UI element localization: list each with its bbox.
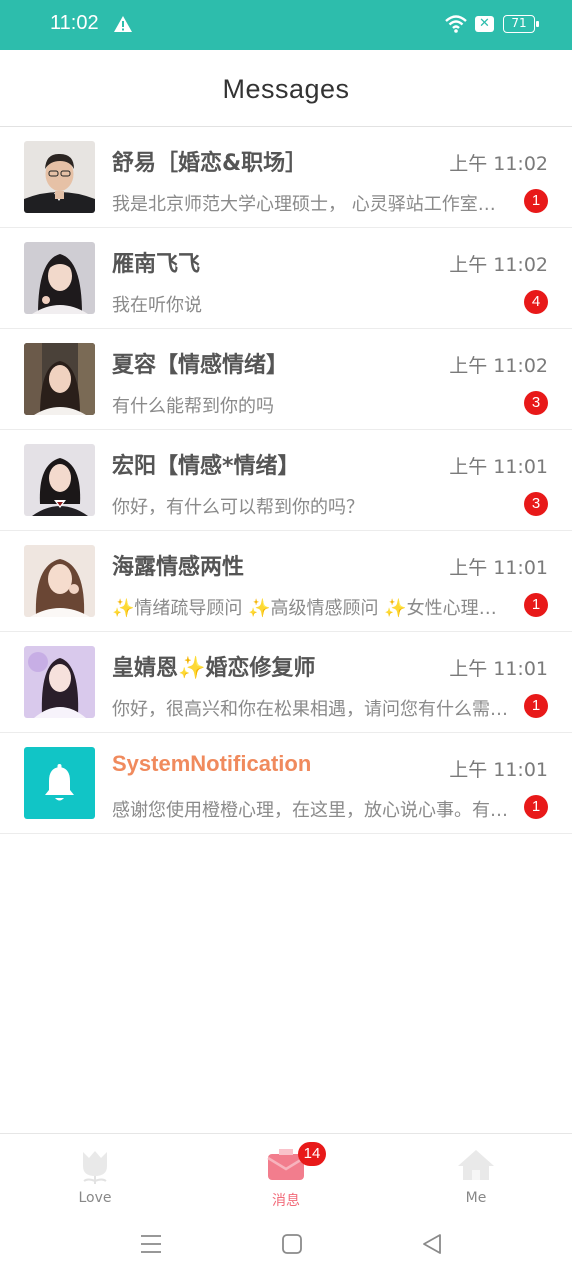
unread-badge: 1	[524, 795, 548, 819]
message-time: 上午 11:02	[449, 254, 548, 276]
tab-messages[interactable]: 14 消息	[226, 1134, 346, 1218]
message-time: 上午 11:01	[449, 658, 548, 680]
contact-name: SystemNotification	[112, 751, 312, 776]
message-preview: ✨情绪疏导顾问 ✨高级情感顾问 ✨女性心理成长导师	[112, 598, 512, 619]
conversation-list: 舒易［婚恋&职场］ 上午 11:02 我是北京师范大学心理硕士， 心灵驿站工作室…	[0, 127, 572, 834]
menu-icon[interactable]	[140, 1233, 162, 1259]
contact-name: 皇婧恩✨婚恋修复师	[112, 656, 316, 681]
wifi-icon	[444, 14, 468, 38]
battery-icon: 71	[503, 15, 539, 33]
message-time: 上午 11:01	[449, 759, 548, 781]
avatar	[24, 545, 95, 617]
home-button-icon[interactable]	[281, 1233, 303, 1259]
message-time: 上午 11:01	[449, 557, 548, 579]
conversation-row[interactable]: 皇婧恩✨婚恋修复师 上午 11:01 你好，很高兴和你在松果相遇，请问您有什么需…	[0, 632, 572, 733]
contact-name: 雁南飞飞	[112, 252, 201, 277]
page-header: Messages	[0, 50, 572, 127]
message-preview: 我是北京师范大学心理硕士， 心灵驿站工作室创始人	[112, 194, 512, 215]
message-preview: 我在听你说	[112, 295, 202, 316]
sim-off-icon: ✕	[475, 16, 494, 32]
bottom-tab-bar: Love 14 消息 Me	[0, 1133, 572, 1217]
message-time: 上午 11:02	[449, 153, 548, 175]
warning-icon	[113, 15, 133, 37]
back-icon[interactable]	[421, 1233, 443, 1259]
avatar	[24, 444, 95, 516]
unread-badge: 1	[524, 189, 548, 213]
contact-name: 宏阳【情感*情绪】	[112, 454, 300, 479]
conversation-row[interactable]: 雁南飞飞 上午 11:02 我在听你说 4	[0, 228, 572, 329]
house-icon	[456, 1146, 496, 1190]
unread-badge: 3	[524, 391, 548, 415]
bell-icon	[24, 747, 95, 819]
unread-badge: 3	[524, 492, 548, 516]
avatar	[24, 343, 95, 415]
message-preview: 感谢您使用橙橙心理，在这里，放心说心事。有任何问题	[112, 800, 512, 821]
unread-badge: 4	[524, 290, 548, 314]
message-preview: 有什么能帮到你的吗	[112, 396, 274, 417]
tulip-icon	[75, 1146, 115, 1190]
tab-love[interactable]: Love	[35, 1134, 155, 1218]
conversation-row[interactable]: 舒易［婚恋&职场］ 上午 11:02 我是北京师范大学心理硕士， 心灵驿站工作室…	[0, 127, 572, 228]
tab-badge: 14	[298, 1142, 326, 1166]
message-time: 上午 11:02	[449, 355, 548, 377]
tab-me[interactable]: Me	[416, 1134, 536, 1218]
conversation-row[interactable]: 海露情感两性 上午 11:01 ✨情绪疏导顾问 ✨高级情感顾问 ✨女性心理成长导…	[0, 531, 572, 632]
message-preview: 你好，很高兴和你在松果相遇，请问您有什么需要帮助的	[112, 699, 512, 720]
unread-badge: 1	[524, 694, 548, 718]
contact-name: 夏容【情感情绪】	[112, 353, 289, 378]
message-preview: 你好，有什么可以帮到你的吗？	[112, 497, 364, 518]
page-title: Messages	[222, 74, 350, 104]
tab-label: Me	[465, 1190, 487, 1206]
tab-label: 消息	[272, 1193, 300, 1209]
conversation-row[interactable]: SystemNotification 上午 11:01 感谢您使用橙橙心理，在这…	[0, 733, 572, 834]
conversation-row[interactable]: 宏阳【情感*情绪】 上午 11:01 你好，有什么可以帮到你的吗？ 3	[0, 430, 572, 531]
conversation-row[interactable]: 夏容【情感情绪】 上午 11:02 有什么能帮到你的吗 3	[0, 329, 572, 430]
tab-label: Love	[78, 1190, 112, 1206]
contact-name: 舒易［婚恋&职场］	[112, 151, 308, 176]
avatar	[24, 242, 95, 314]
avatar	[24, 141, 95, 213]
unread-badge: 1	[524, 593, 548, 617]
message-time: 上午 11:01	[449, 456, 548, 478]
contact-name: 海露情感两性	[112, 555, 245, 580]
system-nav-bar	[0, 1217, 572, 1280]
status-bar: 11:02 ✕ 71	[0, 0, 572, 50]
status-time: 11:02	[50, 12, 99, 34]
avatar	[24, 646, 95, 718]
